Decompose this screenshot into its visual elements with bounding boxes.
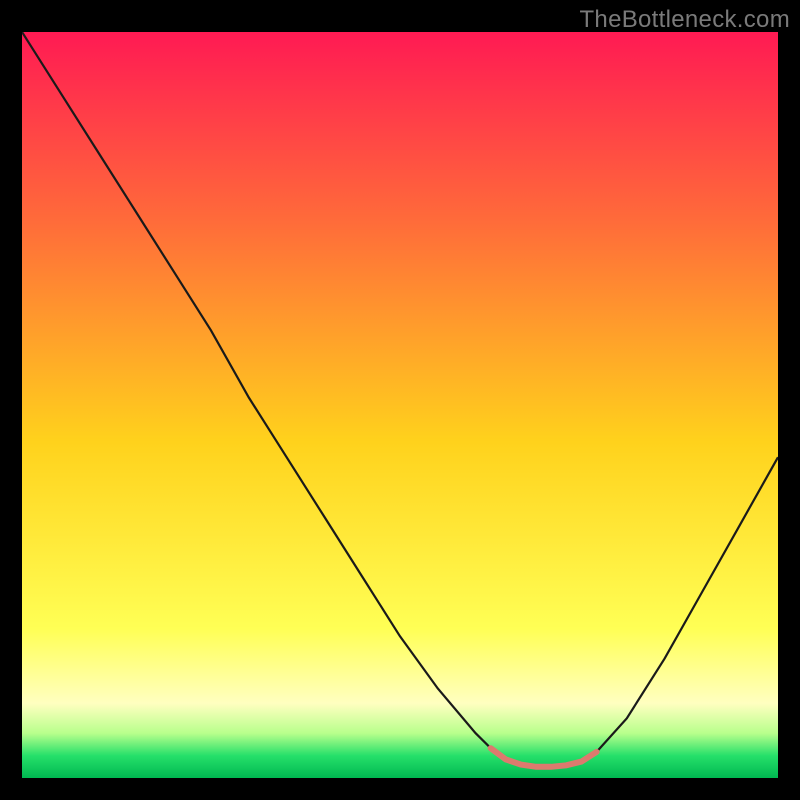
bottleneck-plot — [22, 32, 778, 778]
gradient-background — [22, 32, 778, 778]
chart-root: TheBottleneck.com — [0, 0, 800, 800]
plot-frame — [22, 32, 778, 778]
watermark-text: TheBottleneck.com — [579, 6, 790, 34]
